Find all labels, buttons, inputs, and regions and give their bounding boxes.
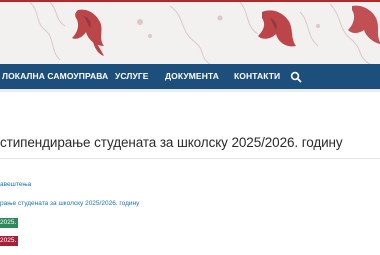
category-link[interactable]: авештења <box>0 181 31 188</box>
nav-item-local-government[interactable]: ЛОКАЛНА САМОУПРАВА <box>2 71 108 81</box>
date-badge-green: 2025. <box>0 218 19 228</box>
nav-item-contacts[interactable]: КОНТАКТИ <box>234 71 280 81</box>
nav-item-services[interactable]: УСЛУГЕ <box>115 71 149 81</box>
title-divider <box>0 158 380 159</box>
search-icon[interactable] <box>290 70 302 83</box>
date-badge-red: 2025. <box>0 236 19 246</box>
page-title: стипендирање студената за школску 2025/2… <box>0 135 343 150</box>
main-navbar: ЛОКАЛНА САМОУПРАВА УСЛУГЕ ДОКУМЕНТА КОНТ… <box>0 64 380 89</box>
navbar-shadow <box>0 89 380 92</box>
article-link[interactable]: рање студената за школску 2025/2026. год… <box>0 200 139 207</box>
heraldic-banner-art <box>29 2 380 64</box>
nav-item-documents[interactable]: ДОКУМЕНТА <box>165 71 219 81</box>
header-banner <box>0 2 380 64</box>
